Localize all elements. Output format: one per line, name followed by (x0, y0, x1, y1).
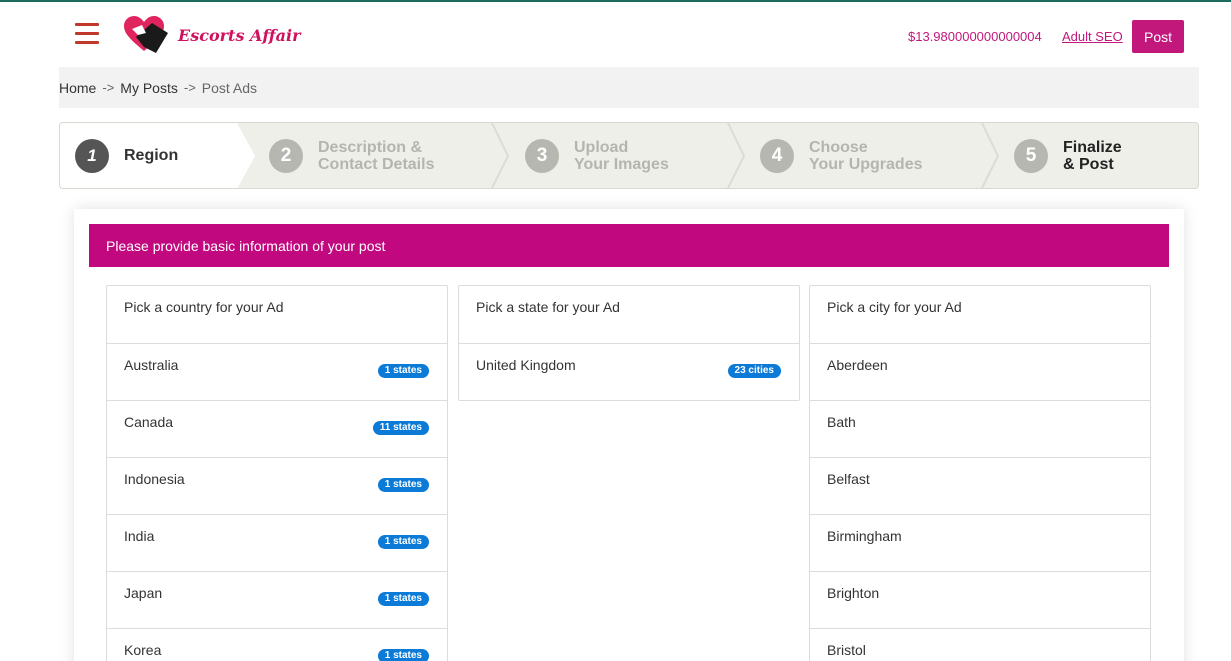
step-label: Description & Contact Details (318, 138, 435, 173)
list-item-city[interactable]: Belfast (810, 457, 1150, 514)
list-item-country[interactable]: India 1 states (107, 514, 447, 571)
state-count-badge: 11 states (372, 421, 429, 435)
info-banner: Please provide basic information of your… (89, 224, 1169, 267)
city-column: Pick a city for your Ad Aberdeen Bath Be… (809, 285, 1151, 661)
state-list-heading: Pick a state for your Ad (476, 299, 620, 315)
list-item-country[interactable]: Australia 1 states (107, 343, 447, 400)
list-item-country[interactable]: Canada 11 states (107, 400, 447, 457)
state-count-badge: 1 states (377, 592, 429, 606)
state-list: Pick a state for your Ad United Kingdom 2… (458, 285, 800, 401)
adult-seo-link[interactable]: Adult SEO (1062, 29, 1123, 44)
step-number: 2 (269, 138, 303, 173)
post-info-card: Please provide basic information of your… (74, 209, 1184, 661)
breadcrumb-separator: -> (102, 80, 115, 95)
account-balance: $13.980000000000004 (908, 29, 1042, 44)
step-divider-icon (981, 123, 1000, 188)
step-number: 3 (525, 138, 559, 173)
post-steps-wizard: 1 Region 2 Description & Contact Details … (59, 122, 1199, 189)
menu-icon[interactable] (75, 23, 99, 45)
list-item-city[interactable]: Brighton (810, 571, 1150, 628)
state-column: Pick a state for your Ad United Kingdom 2… (458, 285, 800, 401)
country-list: Pick a country for your Ad Australia 1 st… (106, 285, 448, 661)
city-list: Pick a city for your Ad Aberdeen Bath Be… (809, 285, 1151, 661)
logo-text: Escorts Affair (178, 25, 301, 45)
state-count-badge: 1 states (377, 649, 429, 661)
country-column: Pick a country for your Ad Australia 1 st… (106, 285, 448, 661)
list-item-country[interactable]: Korea 1 states (107, 628, 447, 661)
state-count-badge: 1 states (377, 478, 429, 492)
site-header: Escorts Affair $13.980000000000004 Adult… (0, 2, 1231, 64)
breadcrumb-current: Post Ads (201, 79, 258, 96)
step-number: 4 (760, 138, 794, 173)
list-item-state[interactable]: United Kingdom 23 cities (459, 343, 799, 400)
site-logo[interactable]: Escorts Affair (122, 14, 301, 56)
step-description[interactable]: 2 Description & Contact Details (269, 123, 478, 188)
heart-logo-icon (124, 16, 168, 53)
breadcrumb: Home -> My Posts -> Post Ads (59, 67, 1199, 108)
step-divider-icon (491, 123, 510, 188)
list-item-country[interactable]: Japan 1 states (107, 571, 447, 628)
step-label: Upload Your Images (574, 138, 669, 173)
step-region[interactable]: 1 Region (75, 123, 284, 188)
list-item-city[interactable]: Bristol (810, 628, 1150, 661)
state-count-badge: 1 states (377, 535, 429, 549)
state-count-badge: 1 states (377, 364, 429, 378)
breadcrumb-separator: -> (183, 80, 196, 95)
step-number: 5 (1014, 138, 1048, 173)
breadcrumb-home[interactable]: Home (59, 80, 96, 96)
step-upgrades[interactable]: 4 Choose Your Upgrades (760, 123, 969, 188)
step-number: 1 (75, 138, 109, 173)
breadcrumb-my-posts[interactable]: My Posts (120, 80, 178, 96)
city-list-heading: Pick a city for your Ad (827, 299, 962, 315)
list-item-city[interactable]: Birmingham (810, 514, 1150, 571)
city-count-badge: 23 cities (727, 364, 781, 378)
post-button[interactable]: Post (1132, 20, 1184, 53)
list-item-city[interactable]: Bath (810, 400, 1150, 457)
step-upload[interactable]: 3 Upload Your Images (525, 123, 734, 188)
list-item-city[interactable]: Aberdeen (810, 343, 1150, 400)
step-finalize[interactable]: 5 Finalize & Post (1014, 123, 1198, 188)
country-list-heading: Pick a country for your Ad (124, 299, 284, 315)
step-label: Region (124, 147, 179, 164)
list-item-country[interactable]: Indonesia 1 states (107, 457, 447, 514)
step-label: Finalize & Post (1063, 138, 1122, 173)
step-label: Choose Your Upgrades (809, 138, 923, 173)
